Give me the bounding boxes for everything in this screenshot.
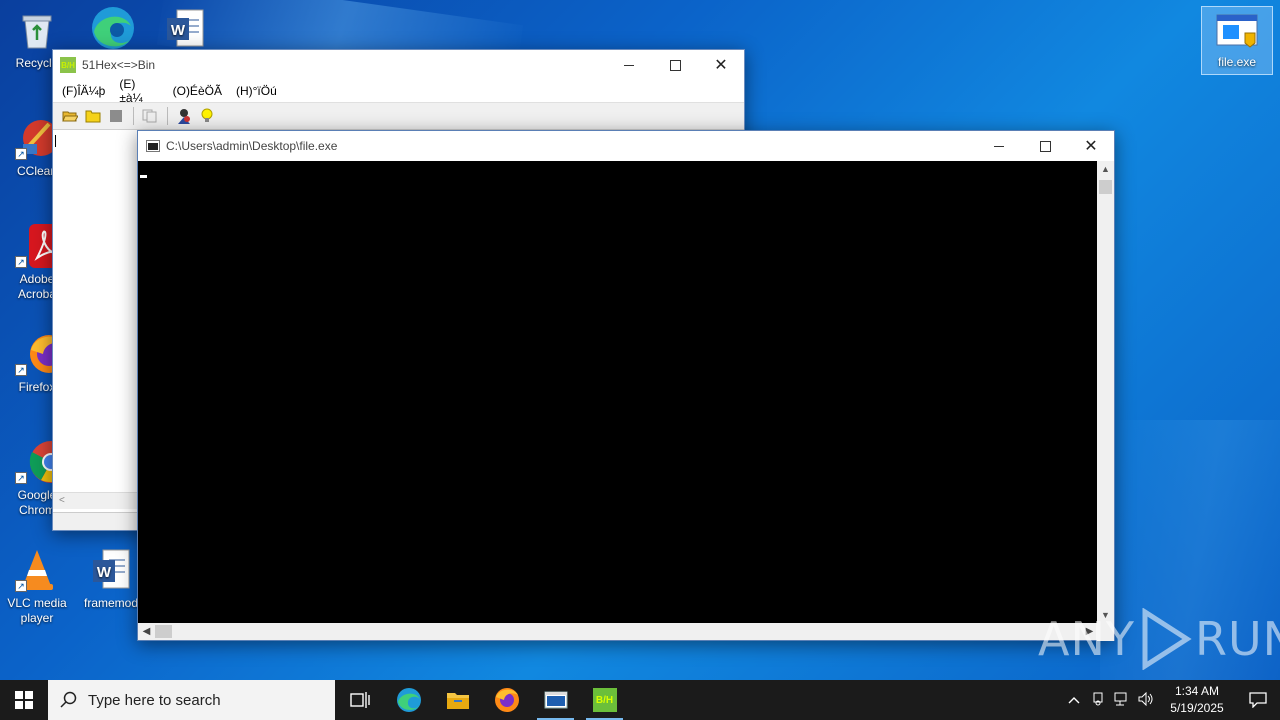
edge-icon: [396, 688, 421, 712]
edge-icon: [89, 6, 134, 50]
minimize-button[interactable]: [976, 131, 1022, 161]
shortcut-arrow-icon: ↗: [15, 580, 27, 592]
task-view-button[interactable]: [335, 680, 384, 720]
search-icon: [60, 691, 77, 708]
horizontal-scrollbar[interactable]: ◀ ▶: [138, 623, 1098, 640]
scroll-left-arrow-icon[interactable]: ◀: [138, 623, 155, 640]
taskbar-file-explorer[interactable]: [433, 680, 482, 720]
window-title: 51Hex<=>Bin: [82, 58, 156, 72]
play-triangle-icon: [1142, 608, 1192, 670]
notification-center-button[interactable]: [1236, 680, 1280, 720]
close-button[interactable]: ✕: [698, 50, 744, 80]
open-folder-icon[interactable]: [59, 105, 81, 127]
copy-icon[interactable]: [139, 105, 161, 127]
minimize-button[interactable]: [606, 50, 652, 80]
taskbar-edge[interactable]: [384, 680, 433, 720]
folder-icon: [446, 693, 469, 709]
hex-horizontal-scrollbar[interactable]: <: [53, 492, 139, 509]
anyrun-watermark: ANY RUN: [1038, 608, 1280, 670]
folder-icon[interactable]: [82, 105, 104, 127]
console-cursor: [140, 175, 147, 178]
window-title: C:\Users\admin\Desktop\file.exe: [166, 139, 338, 153]
svg-text:W: W: [171, 22, 186, 39]
about-icon[interactable]: [173, 105, 195, 127]
shortcut-arrow-icon: ↗: [15, 472, 27, 484]
search-placeholder: Type here to search: [88, 691, 221, 709]
recycle-bin-icon: [15, 8, 59, 52]
console-window-icon: [544, 691, 567, 709]
system-tray: 1:34 AM 5/19/2025: [1062, 680, 1280, 720]
help-bulb-icon[interactable]: [196, 105, 218, 127]
menu-bar: (F)ÎÄ¼þ (E)±à¼­ (O)ÉèÖÃ (H)°ïÖú: [53, 77, 744, 105]
volume-icon[interactable]: [1134, 691, 1158, 709]
close-button[interactable]: ✕: [1068, 131, 1114, 161]
scroll-up-arrow-icon[interactable]: ▲: [1097, 161, 1114, 178]
word-document-icon: W: [89, 548, 133, 592]
app-logo-icon: B/H: [60, 57, 76, 73]
console-app-icon: [146, 140, 160, 152]
console-titlebar[interactable]: C:\Users\admin\Desktop\file.exe ✕: [138, 131, 1114, 161]
desktop-icon-edge[interactable]: [74, 6, 148, 54]
text-caret: [55, 135, 56, 147]
taskbar-51hex[interactable]: B/H: [580, 680, 629, 720]
scroll-thumb[interactable]: [1099, 180, 1112, 194]
vertical-scrollbar[interactable]: ▲ ▼: [1097, 161, 1114, 641]
taskbar-console[interactable]: [531, 680, 580, 720]
toolbar-separator: [133, 107, 134, 125]
desktop-icon-file-exe[interactable]: file.exe: [1201, 6, 1273, 75]
task-view-icon: [349, 692, 370, 708]
stop-icon[interactable]: [105, 105, 127, 127]
taskbar-clock[interactable]: 1:34 AM 5/19/2025: [1158, 683, 1236, 717]
clock-date: 5/19/2025: [1170, 701, 1224, 715]
console-output-area[interactable]: [138, 161, 1098, 624]
vlc-icon: ↗: [15, 548, 59, 592]
shortcut-arrow-icon: ↗: [15, 148, 27, 160]
menu-edit[interactable]: (E)±à¼­: [112, 77, 165, 105]
hex-window-titlebar[interactable]: B/H 51Hex<=>Bin ✕: [53, 50, 744, 80]
maximize-button[interactable]: [1022, 131, 1068, 161]
menu-file[interactable]: (F)ÎÄ¼þ: [55, 84, 112, 98]
toolbar: [53, 102, 744, 130]
app-logo-icon: B/H: [592, 688, 617, 712]
desktop-icon-label: file.exe: [1217, 55, 1257, 69]
chevron-up-icon[interactable]: [1062, 693, 1086, 707]
scroll-thumb[interactable]: [155, 625, 172, 638]
windows-logo-icon: [15, 691, 33, 709]
watermark-text-right: RUN: [1194, 612, 1280, 666]
executable-icon: [1215, 11, 1259, 51]
word-document-icon: W: [163, 8, 207, 52]
notification-icon: [1249, 692, 1267, 708]
taskbar-search-box[interactable]: Type here to search: [48, 680, 335, 720]
menu-options[interactable]: (O)ÉèÖÃ: [166, 84, 229, 98]
desktop-icon-vlc[interactable]: ↗ VLC media player: [0, 548, 74, 626]
desktop-icon-label: VLC media player: [7, 596, 67, 625]
taskbar-firefox[interactable]: [482, 680, 531, 720]
start-button[interactable]: [0, 680, 48, 720]
shortcut-arrow-icon: ↗: [15, 364, 27, 376]
toolbar-separator: [167, 107, 168, 125]
svg-text:W: W: [97, 564, 112, 581]
clock-time: 1:34 AM: [1174, 684, 1220, 698]
usb-device-icon[interactable]: [1086, 692, 1110, 709]
shortcut-arrow-icon: ↗: [15, 256, 27, 268]
scroll-left-arrow-icon[interactable]: <: [59, 495, 65, 506]
maximize-button[interactable]: [652, 50, 698, 80]
hex-edit-area[interactable]: [53, 131, 139, 494]
taskbar: Type here to search B/H 1:34 AM 5/19/202…: [0, 680, 1280, 720]
network-icon[interactable]: [1110, 692, 1134, 709]
firefox-icon: [494, 688, 519, 712]
watermark-text-left: ANY: [1038, 612, 1135, 666]
console-window[interactable]: C:\Users\admin\Desktop\file.exe ✕ ▲ ▼ ◀ …: [137, 130, 1115, 641]
menu-help[interactable]: (H)°ïÖú: [229, 84, 284, 98]
status-bar: [53, 512, 139, 530]
